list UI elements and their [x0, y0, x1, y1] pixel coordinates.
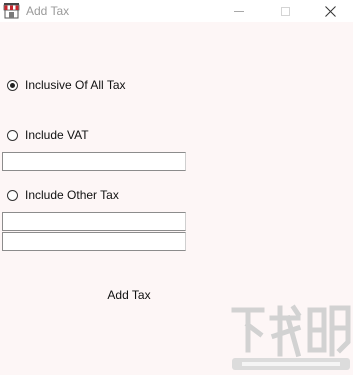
radio-include-other-tax[interactable]: Include Other Tax	[7, 187, 119, 203]
xiazaiba-watermark-logo	[231, 304, 351, 370]
radio-label-other-tax: Include Other Tax	[25, 188, 119, 202]
radio-label-vat: Include VAT	[25, 128, 89, 142]
radio-button-checked[interactable]	[7, 79, 18, 91]
radio-button[interactable]	[7, 129, 18, 141]
add-tax-button[interactable]: Add Tax	[96, 284, 162, 306]
other-tax-input-2[interactable]	[2, 232, 186, 251]
close-button[interactable]	[307, 0, 353, 22]
title-bar[interactable]: Add Tax	[0, 0, 353, 22]
other-tax-input-1[interactable]	[2, 212, 186, 231]
maximize-icon	[280, 6, 290, 16]
radio-label-inclusive: Inclusive Of All Tax	[25, 78, 126, 92]
vat-input[interactable]	[2, 152, 186, 171]
maximize-button[interactable]	[262, 0, 308, 22]
close-icon	[324, 5, 336, 17]
store-awning-icon	[3, 3, 20, 19]
radio-button[interactable]	[7, 189, 18, 201]
minimize-button[interactable]	[216, 0, 262, 22]
minimize-icon	[234, 10, 244, 12]
radio-inclusive-all-tax[interactable]: Inclusive Of All Tax	[7, 77, 126, 93]
window-title: Add Tax	[26, 4, 70, 18]
radio-include-vat[interactable]: Include VAT	[7, 127, 89, 143]
